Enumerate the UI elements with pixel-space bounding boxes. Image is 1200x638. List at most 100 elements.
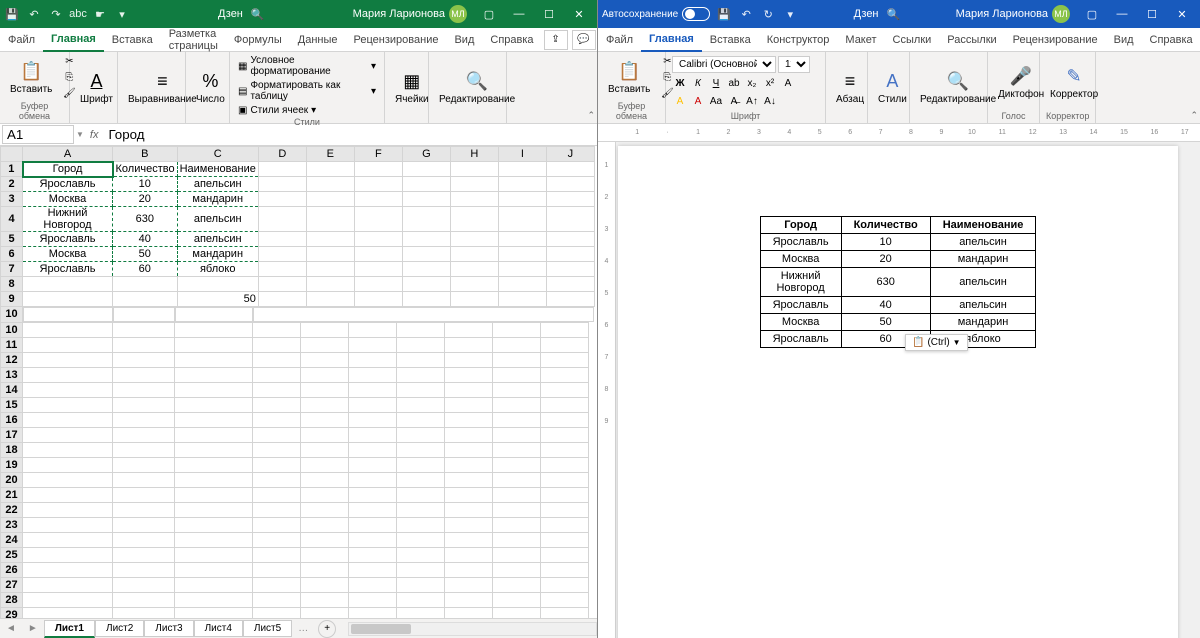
superscript-button[interactable]: x² — [762, 75, 778, 91]
cell[interactable] — [306, 292, 354, 307]
cell[interactable] — [445, 502, 493, 517]
cell[interactable] — [493, 577, 541, 592]
row-header[interactable]: 17 — [1, 427, 23, 442]
cell[interactable] — [253, 367, 301, 382]
cell[interactable] — [301, 322, 349, 337]
cell[interactable] — [541, 487, 589, 502]
cell[interactable] — [113, 592, 175, 607]
cell[interactable] — [402, 162, 450, 177]
cell[interactable] — [493, 382, 541, 397]
ribbon-options-icon[interactable]: ▢ — [475, 0, 503, 28]
cell[interactable] — [546, 277, 594, 292]
cell[interactable] — [23, 577, 113, 592]
cell[interactable] — [301, 562, 349, 577]
cell[interactable] — [175, 517, 253, 532]
redo-icon[interactable]: ↻ — [760, 6, 776, 22]
cell[interactable] — [546, 262, 594, 277]
add-sheet-button[interactable]: + — [318, 620, 336, 638]
grow-font-button[interactable]: A↑ — [744, 93, 760, 109]
tab-file[interactable]: Файл — [598, 28, 641, 52]
cell[interactable] — [23, 607, 113, 618]
cell[interactable]: Ярославль — [23, 177, 113, 192]
cell[interactable] — [349, 472, 397, 487]
row-header[interactable]: 25 — [1, 547, 23, 562]
row-header[interactable]: 7 — [1, 262, 23, 277]
cell[interactable] — [493, 457, 541, 472]
cell[interactable] — [493, 592, 541, 607]
cell[interactable] — [402, 192, 450, 207]
highlight-button[interactable]: A — [672, 93, 688, 109]
cell[interactable] — [301, 487, 349, 502]
cell[interactable] — [450, 162, 498, 177]
close-icon[interactable]: ✕ — [565, 0, 593, 28]
cell[interactable] — [450, 232, 498, 247]
cell[interactable] — [175, 607, 253, 618]
cell[interactable]: апельсин — [177, 177, 258, 192]
cell[interactable] — [301, 352, 349, 367]
cell[interactable] — [354, 177, 402, 192]
cell[interactable] — [445, 322, 493, 337]
save-icon[interactable]: 💾 — [716, 6, 732, 22]
cell[interactable] — [175, 562, 253, 577]
col-header[interactable]: E — [306, 147, 354, 162]
cell[interactable] — [301, 442, 349, 457]
cell[interactable] — [23, 442, 113, 457]
cell[interactable] — [402, 262, 450, 277]
cell[interactable] — [253, 337, 301, 352]
col-header[interactable]: I — [498, 147, 546, 162]
cell[interactable] — [301, 427, 349, 442]
cell[interactable] — [402, 292, 450, 307]
editing-button[interactable]: 🔍Редактирование — [435, 69, 519, 107]
cell[interactable] — [450, 207, 498, 232]
redo-icon[interactable]: ↷ — [48, 6, 64, 22]
cell[interactable] — [23, 277, 113, 292]
cell-styles-button[interactable]: ▣Стили ячеек▾ — [236, 104, 378, 117]
cell[interactable] — [445, 337, 493, 352]
cell[interactable] — [175, 367, 253, 382]
cell[interactable] — [354, 162, 402, 177]
cell[interactable] — [23, 352, 113, 367]
cell[interactable]: апельсин — [177, 207, 258, 232]
cell[interactable] — [23, 322, 113, 337]
cell[interactable] — [493, 607, 541, 618]
cell[interactable] — [253, 427, 301, 442]
cell[interactable] — [450, 262, 498, 277]
touch-icon[interactable]: ☛ — [92, 6, 108, 22]
table-header[interactable]: Количество — [841, 217, 930, 234]
cell[interactable] — [541, 412, 589, 427]
tab-help[interactable]: Справка — [482, 28, 541, 52]
cell[interactable] — [113, 562, 175, 577]
cell[interactable] — [301, 607, 349, 618]
font-color-button[interactable]: A — [690, 93, 706, 109]
cell[interactable] — [541, 472, 589, 487]
cell[interactable] — [175, 502, 253, 517]
cell[interactable]: Количество — [113, 162, 178, 177]
dzen-label[interactable]: Дзен — [218, 8, 243, 20]
cell[interactable] — [23, 427, 113, 442]
cell[interactable] — [354, 232, 402, 247]
cell[interactable] — [546, 162, 594, 177]
cell[interactable] — [541, 577, 589, 592]
search-icon[interactable]: 🔍 — [887, 8, 901, 21]
row-header[interactable]: 13 — [1, 367, 23, 382]
cell[interactable] — [306, 232, 354, 247]
cell[interactable] — [301, 547, 349, 562]
cell[interactable] — [354, 292, 402, 307]
cell[interactable] — [113, 322, 175, 337]
cell[interactable] — [349, 442, 397, 457]
subscript-button[interactable]: x₂ — [744, 75, 760, 91]
select-all-cell[interactable] — [1, 147, 23, 162]
cell[interactable] — [349, 427, 397, 442]
cell[interactable] — [541, 457, 589, 472]
undo-icon[interactable]: ↶ — [738, 6, 754, 22]
cell[interactable] — [113, 412, 175, 427]
change-case-button[interactable]: Aa — [708, 93, 724, 109]
bold-button[interactable]: Ж — [672, 75, 688, 91]
cell[interactable] — [349, 337, 397, 352]
row-header[interactable]: 1 — [1, 162, 23, 177]
row-header[interactable]: 8 — [1, 277, 23, 292]
paragraph-button[interactable]: ≡Абзац — [832, 69, 868, 107]
cell[interactable] — [253, 412, 301, 427]
cell[interactable] — [397, 442, 445, 457]
cell[interactable] — [397, 607, 445, 618]
